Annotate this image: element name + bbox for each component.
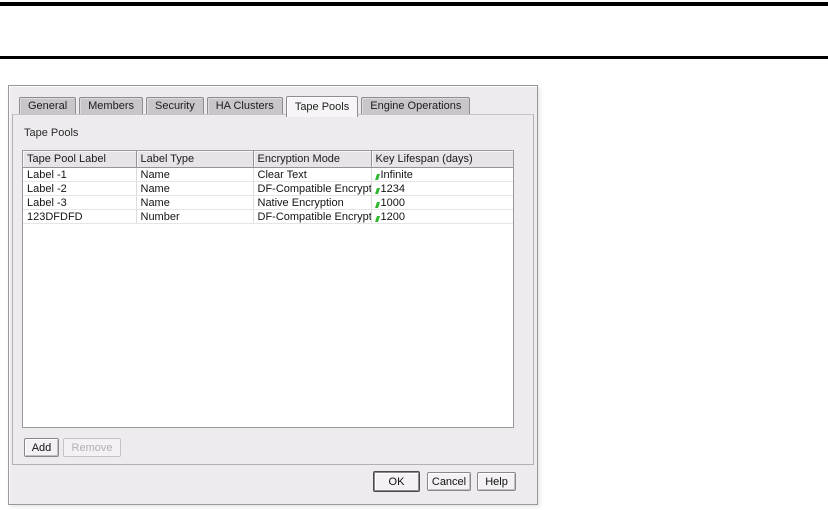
cell-tape-pool-label: 123DFDFD	[23, 209, 137, 224]
tab-general[interactable]: General	[19, 97, 77, 115]
cell-tape-pool-label: Label -3	[23, 195, 137, 210]
page: { "page": { "top_rules": ["rule-1", "rul…	[0, 0, 828, 510]
page-second-rule	[0, 56, 828, 59]
cell-tape-pool-label: Label -1	[23, 167, 137, 182]
key-lifespan-value: 1234	[380, 182, 405, 195]
green-marker-icon	[374, 173, 380, 180]
column-header-tape-pool-label[interactable]: Tape Pool Label	[23, 151, 137, 168]
green-marker-icon	[374, 215, 380, 222]
cell-label-type: Name	[136, 167, 254, 182]
cell-key-lifespan: 1234	[371, 181, 513, 196]
cell-key-lifespan: Infinite	[371, 167, 513, 182]
key-lifespan-value: 1000	[380, 196, 405, 209]
cell-key-lifespan: 1000	[371, 195, 513, 210]
remove-button[interactable]: Remove	[63, 438, 121, 457]
cell-encryption-mode: Native Encryption	[253, 195, 372, 210]
cell-tape-pool-label: Label -2	[23, 181, 137, 196]
cell-key-lifespan: 1200	[371, 209, 513, 224]
cell-encryption-mode: Clear Text	[253, 167, 372, 182]
green-marker-icon	[374, 201, 380, 208]
ok-button[interactable]: OK	[373, 471, 420, 492]
key-lifespan-value: Infinite	[380, 168, 413, 181]
cell-encryption-mode: DF-Compatible Encryption	[253, 181, 372, 196]
tape-pools-dialog: General Members Security HA Clusters Tap…	[8, 85, 538, 505]
cell-label-type: Number	[136, 209, 254, 224]
section-title: Tape Pools	[24, 127, 79, 139]
cell-encryption-mode: DF-Compatible Encryption	[253, 209, 372, 224]
page-top-rule	[0, 2, 828, 6]
tape-pools-table: Tape Pool Label Label Type Encryption Mo…	[22, 150, 514, 428]
add-button[interactable]: Add	[24, 438, 59, 457]
column-header-key-lifespan[interactable]: Key Lifespan (days)	[371, 151, 513, 168]
column-header-label-type[interactable]: Label Type	[136, 151, 254, 168]
cancel-button[interactable]: Cancel	[427, 472, 471, 491]
dialog-button-row: OK Cancel Help	[9, 465, 537, 504]
table-header-row: Tape Pool Label Label Type Encryption Mo…	[23, 151, 513, 168]
column-header-encryption-mode[interactable]: Encryption Mode	[253, 151, 372, 168]
table-row[interactable]: Label -2 Name DF-Compatible Encryption 1…	[23, 181, 513, 196]
key-lifespan-value: 1200	[380, 210, 405, 223]
table-row[interactable]: 123DFDFD Number DF-Compatible Encryption…	[23, 209, 513, 224]
help-button[interactable]: Help	[477, 472, 516, 491]
tab-members[interactable]: Members	[79, 97, 143, 115]
table-row[interactable]: Label -3 Name Native Encryption 1000	[23, 195, 513, 210]
cell-label-type: Name	[136, 181, 254, 196]
tab-ha-clusters[interactable]: HA Clusters	[206, 97, 283, 115]
table-row[interactable]: Label -1 Name Clear Text Infinite	[23, 167, 513, 182]
tape-pools-panel: Tape Pools Tape Pool Label Label Type En…	[12, 114, 534, 465]
tab-engine-operations[interactable]: Engine Operations	[361, 97, 471, 115]
tab-bar: General Members Security HA Clusters Tap…	[19, 95, 473, 117]
cell-label-type: Name	[136, 195, 254, 210]
tab-tape-pools[interactable]: Tape Pools	[285, 96, 359, 117]
tab-security[interactable]: Security	[145, 97, 204, 115]
green-marker-icon	[374, 187, 380, 194]
